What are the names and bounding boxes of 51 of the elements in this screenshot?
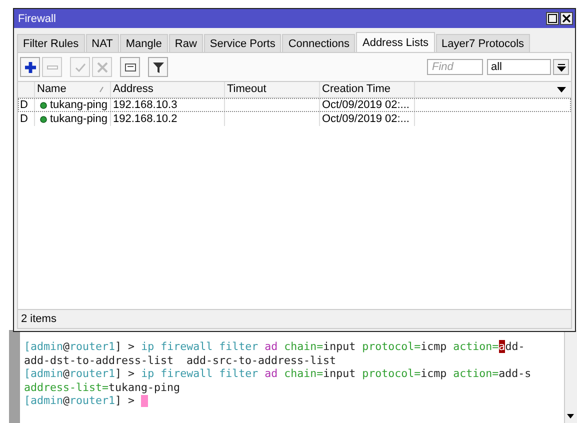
close-button[interactable] [560,12,573,25]
plus-icon [24,60,36,74]
scroll-bar[interactable] [564,330,577,423]
dropdown-button[interactable] [553,59,569,75]
scroll-down-icon[interactable] [567,414,574,419]
tab[interactable]: Address Lists [356,32,435,52]
comment-button[interactable] [120,57,140,77]
window-title: Firewall [18,12,56,24]
filter-icon [152,60,164,74]
terminal-line: [admin@router1] > [24,394,148,408]
close-icon [562,14,571,23]
add-button[interactable] [20,57,40,77]
find-field[interactable]: Find [427,59,483,75]
cross-icon [96,60,108,74]
note-icon [124,60,136,74]
tab[interactable]: Filter Rules [17,34,85,52]
maximize-icon [548,14,557,23]
terminal-line: add-dst-to-address-list add-src-to-address-list [24,354,336,367]
column-header[interactable]: Address [111,82,225,97]
table-row[interactable]: D tukang-ping 192.168.10.3 Oct/09/2019 02:... [18,98,571,112]
tab[interactable]: Service Ports [204,34,282,52]
filter-button[interactable] [148,57,168,77]
tab[interactable]: Mangle [120,34,168,52]
table-cell: tukang-ping [50,98,108,112]
table-cell: tukang-ping [50,112,108,126]
table-row[interactable]: D tukang-ping 192.168.10.2 Oct/09/2019 02:... [18,112,571,126]
check-icon [74,60,86,74]
item-count: 2 items [21,313,56,325]
column-header[interactable]: Creation Time [320,82,415,97]
table-cell: D [20,98,28,112]
column-header[interactable]: Timeout [225,82,320,97]
tab[interactable]: Raw [168,34,203,52]
table-cell: Oct/09/2019 02:... [322,98,410,112]
list-select[interactable]: all [487,59,551,75]
terminal-line: address-list=tukang-ping [24,380,180,394]
column-header[interactable]: Name [35,82,111,97]
table-cell: 192.168.10.2 [113,112,178,126]
status-dot-icon [40,102,47,108]
table-cell: Oct/09/2019 02:... [322,112,410,126]
maximize-button[interactable] [546,12,559,25]
dropdown-icon [556,62,566,72]
tab[interactable]: Layer7 Protocols [436,34,530,52]
table-cell: 192.168.10.3 [113,98,178,112]
terminal-line: [admin@router1] > ip firewall filter ad chain=input protocol=icmp action=add-s [24,367,532,380]
tab[interactable]: NAT [86,34,119,52]
table-cell: D [20,112,28,126]
tab[interactable]: Connections [282,34,356,52]
column-menu-icon[interactable] [557,86,566,92]
cursor-icon [141,395,148,408]
terminal-line: [admin@router1] > ip firewall filter ad chain=input protocol=icmp action=add- [24,340,525,354]
status-dot-icon [40,116,47,122]
